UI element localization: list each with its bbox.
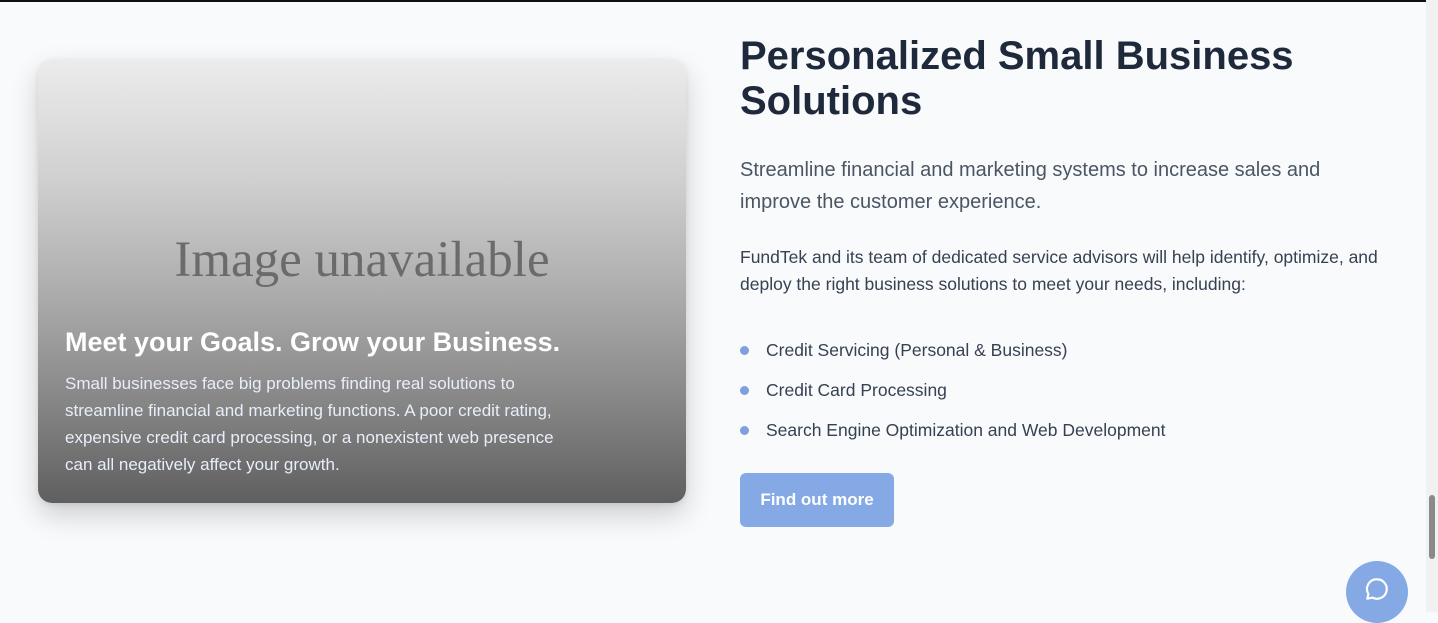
feature-label: Search Engine Optimization and Web Devel…	[766, 419, 1166, 440]
feature-label: Credit Servicing (Personal & Business)	[766, 339, 1068, 360]
feature-image-card: Image unavailable Meet your Goals. Grow …	[38, 59, 686, 503]
chat-bubble-icon	[1365, 578, 1388, 600]
bullet-dot-icon	[740, 345, 749, 355]
section-lead: Streamline financial and marketing syste…	[740, 159, 1321, 213]
bullet-dot-icon	[740, 425, 749, 435]
content-section: Personalized Small Business Solutions St…	[740, 34, 1400, 450]
section-heading: Personalized Small Business Solutions	[740, 34, 1294, 123]
bullet-dot-icon	[740, 385, 749, 395]
section-body: FundTek and its team of dedicated servic…	[740, 247, 1378, 294]
find-out-more-button[interactable]: Find out more	[740, 473, 894, 527]
card-description: Small businesses face big problems findi…	[65, 374, 554, 474]
list-item: Credit Servicing (Personal & Business)	[740, 330, 1400, 370]
scrollbar-thumb[interactable]	[1429, 495, 1435, 559]
list-item: Credit Card Processing	[740, 370, 1400, 410]
feature-label: Credit Card Processing	[766, 379, 947, 400]
top-border	[0, 0, 1426, 2]
scrollbar[interactable]	[1426, 0, 1438, 612]
chat-button[interactable]	[1346, 561, 1408, 623]
image-unavailable-placeholder: Image unavailable	[174, 232, 550, 288]
feature-list: Credit Servicing (Personal & Business) C…	[740, 330, 1400, 450]
list-item: Search Engine Optimization and Web Devel…	[740, 410, 1400, 450]
card-title: Meet your Goals. Grow your Business.	[65, 327, 561, 357]
